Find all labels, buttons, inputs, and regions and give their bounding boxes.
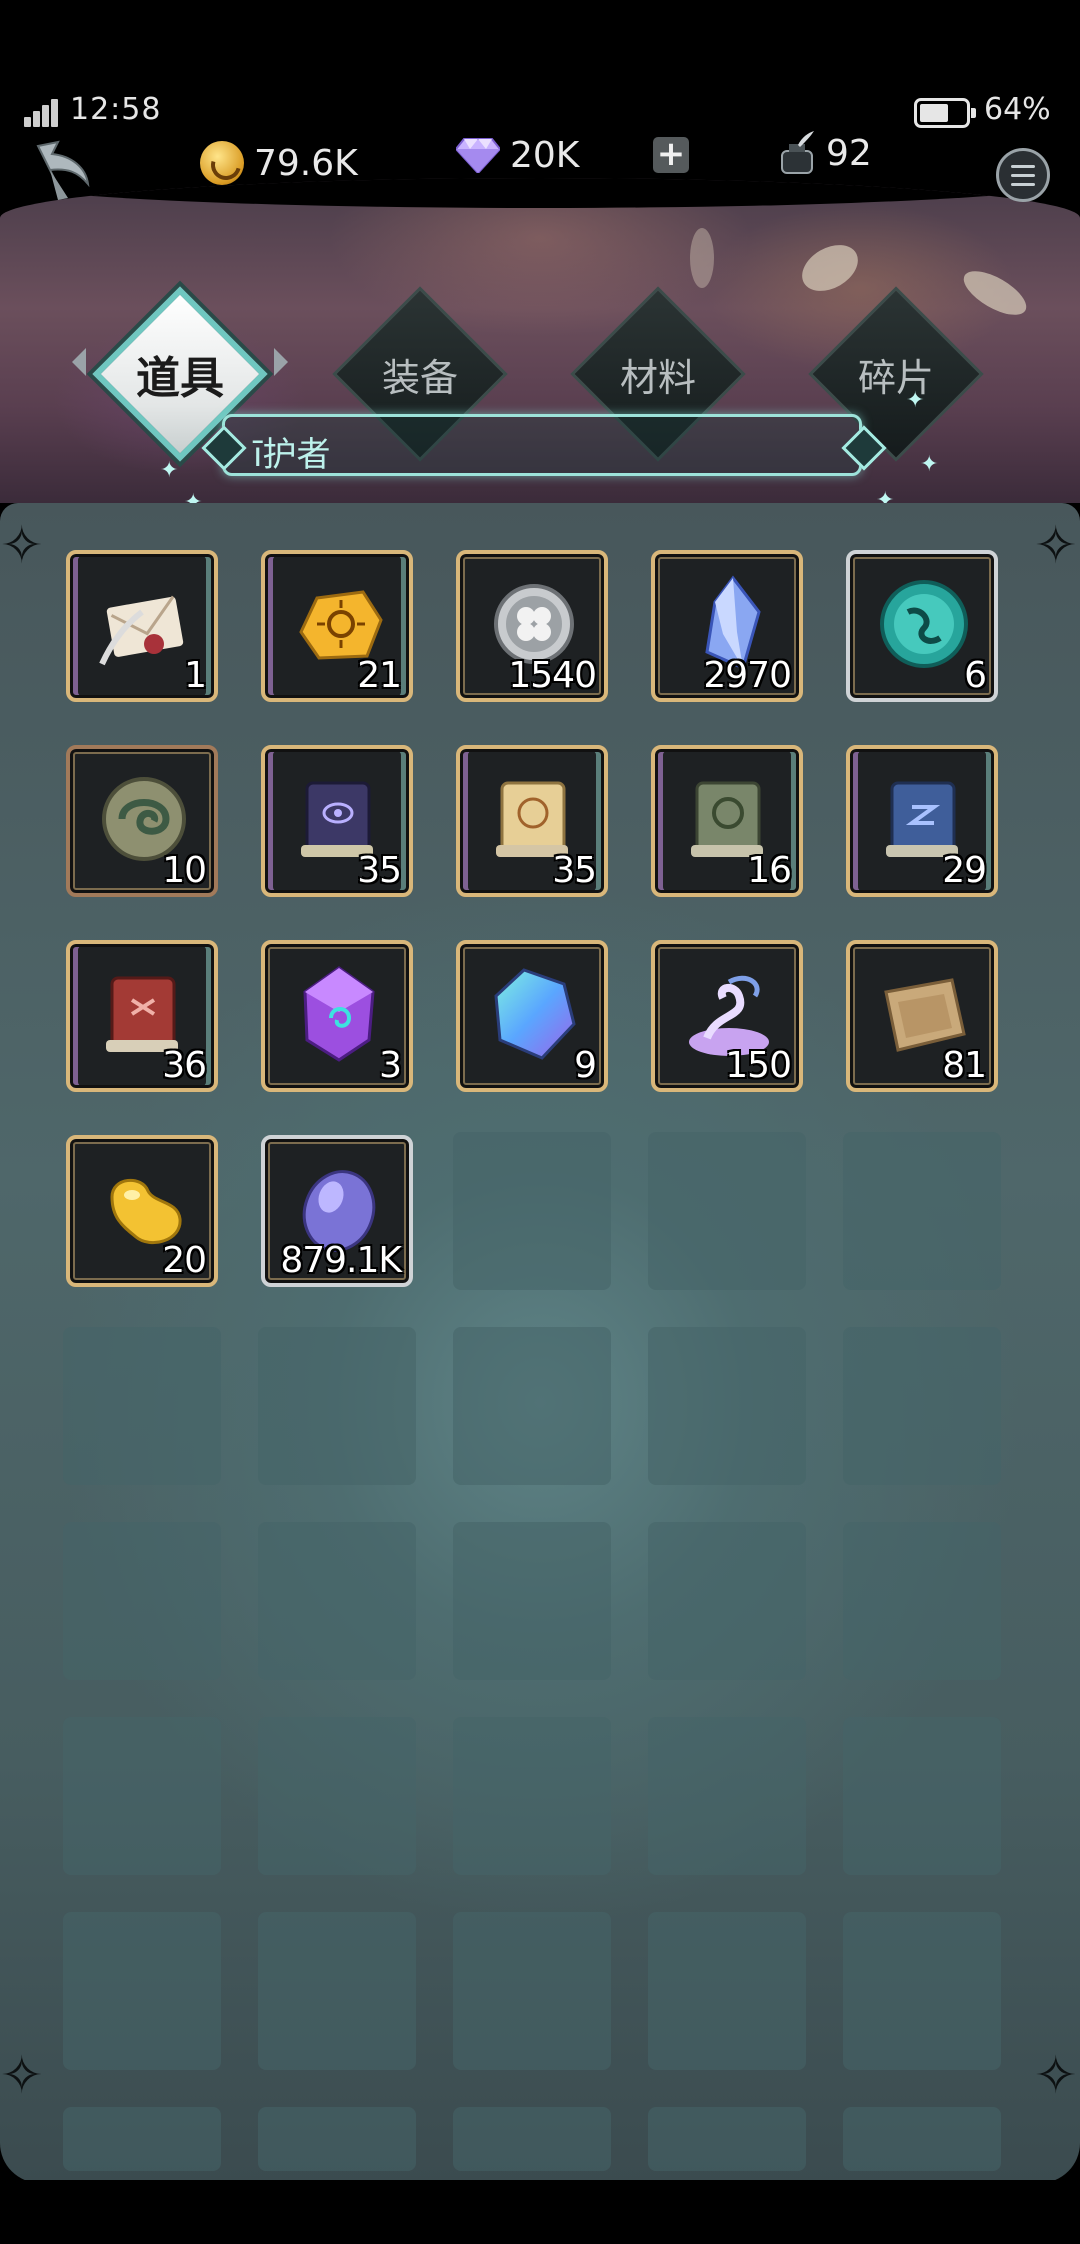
subtab-guardian[interactable]: ī护者 <box>222 414 862 476</box>
item-count: 3 <box>379 1045 402 1086</box>
item-count: 150 <box>725 1045 792 1086</box>
empty-slot <box>63 1717 221 1875</box>
item-count: 81 <box>942 1045 987 1086</box>
empty-slot <box>648 1132 806 1290</box>
empty-slot <box>843 1717 1001 1875</box>
empty-slot <box>63 1522 221 1680</box>
inventory-slot-swirl-orb[interactable]: 10 <box>66 745 218 897</box>
empty-slot <box>843 1912 1001 2070</box>
corner-ornament-icon: ✧ <box>0 2046 44 2106</box>
empty-slot <box>843 1132 1001 1290</box>
gold-coin-icon <box>200 141 244 185</box>
sparkle-icon: ✦ <box>906 388 925 413</box>
empty-slot <box>648 1522 806 1680</box>
empty-slot <box>648 2107 806 2171</box>
menu-button[interactable] <box>996 148 1050 202</box>
empty-slot <box>843 1327 1001 1485</box>
inventory-slot-rainbow-crystal[interactable]: 9 <box>456 940 608 1092</box>
item-count: 1540 <box>508 655 597 696</box>
empty-slot <box>648 1717 806 1875</box>
inventory-slot-blue-crystal[interactable]: 2970 <box>651 550 803 702</box>
item-count: 16 <box>747 850 792 891</box>
corner-ornament-icon: ✧ <box>1034 2046 1078 2106</box>
signal-icon <box>24 97 60 127</box>
item-count: 2970 <box>703 655 792 696</box>
sparkle-icon: ✦ <box>160 458 179 483</box>
item-count: 36 <box>162 1045 207 1086</box>
empty-slot <box>453 1912 611 2070</box>
empty-slot <box>63 1327 221 1485</box>
teal-orb-icon <box>880 580 968 668</box>
ink-amount: 92 <box>826 132 872 174</box>
letter-icon <box>99 595 184 666</box>
corner-ornament-icon: ✧ <box>1034 516 1078 576</box>
clock: 12:58 <box>70 92 162 127</box>
inventory-slot-magic-dust[interactable]: 150 <box>651 940 803 1092</box>
item-count: 9 <box>574 1045 597 1086</box>
item-count: 879.1K <box>280 1240 402 1281</box>
inventory-slot-parchment[interactable]: 81 <box>846 940 998 1092</box>
tab-next-arrow[interactable] <box>274 348 288 376</box>
tab-prev-arrow[interactable] <box>72 348 86 376</box>
empty-slot <box>843 1522 1001 1680</box>
gold-counter: 79.6K <box>200 138 358 188</box>
subtab-label: ī护者 <box>253 435 331 475</box>
ink-bottle-icon <box>781 131 814 174</box>
inventory-slot-purple-rune-gem[interactable]: 3 <box>261 940 413 1092</box>
ink-counter: 92 <box>778 128 872 178</box>
empty-slot <box>453 1717 611 1875</box>
empty-slot <box>453 1522 611 1680</box>
inventory-slot-sun-stone[interactable]: 21 <box>261 550 413 702</box>
empty-slot <box>453 1327 611 1485</box>
inventory-slot-gold-bean[interactable]: 20 <box>66 1135 218 1287</box>
empty-slot <box>63 1912 221 2070</box>
empty-slot <box>258 1717 416 1875</box>
empty-slot <box>648 1912 806 2070</box>
diamond-amount: 20K <box>510 134 580 176</box>
item-count: 20 <box>162 1240 207 1281</box>
add-diamonds-button[interactable]: + <box>653 137 689 173</box>
corner-ornament-icon: ✧ <box>0 516 44 576</box>
inventory-slot-letter[interactable]: 1 <box>66 550 218 702</box>
rainbow-crystal-icon <box>494 968 576 1060</box>
empty-slot <box>648 1327 806 1485</box>
empty-slot <box>843 2107 1001 2171</box>
inventory-slot-green-book[interactable]: 16 <box>651 745 803 897</box>
back-arrow-icon[interactable] <box>28 138 98 208</box>
item-count: 29 <box>942 850 987 891</box>
diamond-counter: 20K <box>456 130 579 180</box>
inventory-slot-blue-book[interactable]: 29 <box>846 745 998 897</box>
item-count: 35 <box>552 850 597 891</box>
empty-slot <box>453 2107 611 2171</box>
diamond-icon <box>456 138 500 173</box>
gold-amount: 79.6K <box>254 142 358 184</box>
battery-icon <box>914 98 976 128</box>
inventory-slot-red-book[interactable]: 36 <box>66 940 218 1092</box>
empty-slot <box>258 1327 416 1485</box>
inventory-slot-dark-book[interactable]: 35 <box>261 745 413 897</box>
inventory-slot-teal-orb[interactable]: 6 <box>846 550 998 702</box>
item-count: 21 <box>357 655 402 696</box>
inventory-slot-clover-coin[interactable]: 1540 <box>456 550 608 702</box>
empty-slot <box>258 1912 416 2070</box>
status-bar: 12:58 64% <box>0 0 1080 150</box>
empty-slot <box>258 2107 416 2171</box>
inventory-slot-violet-stone[interactable]: 879.1K <box>261 1135 413 1287</box>
item-count: 10 <box>162 850 207 891</box>
empty-slot <box>63 2107 221 2171</box>
inventory-slot-golden-book[interactable]: 35 <box>456 745 608 897</box>
battery-percent: 64% <box>984 92 1051 127</box>
sparkle-icon: ✦ <box>920 452 939 477</box>
item-count: 1 <box>184 655 207 696</box>
item-count: 35 <box>357 850 402 891</box>
empty-slot <box>258 1522 416 1680</box>
empty-slot <box>453 1132 611 1290</box>
item-count: 6 <box>964 655 987 696</box>
purple-rune-gem-icon <box>303 966 375 1062</box>
